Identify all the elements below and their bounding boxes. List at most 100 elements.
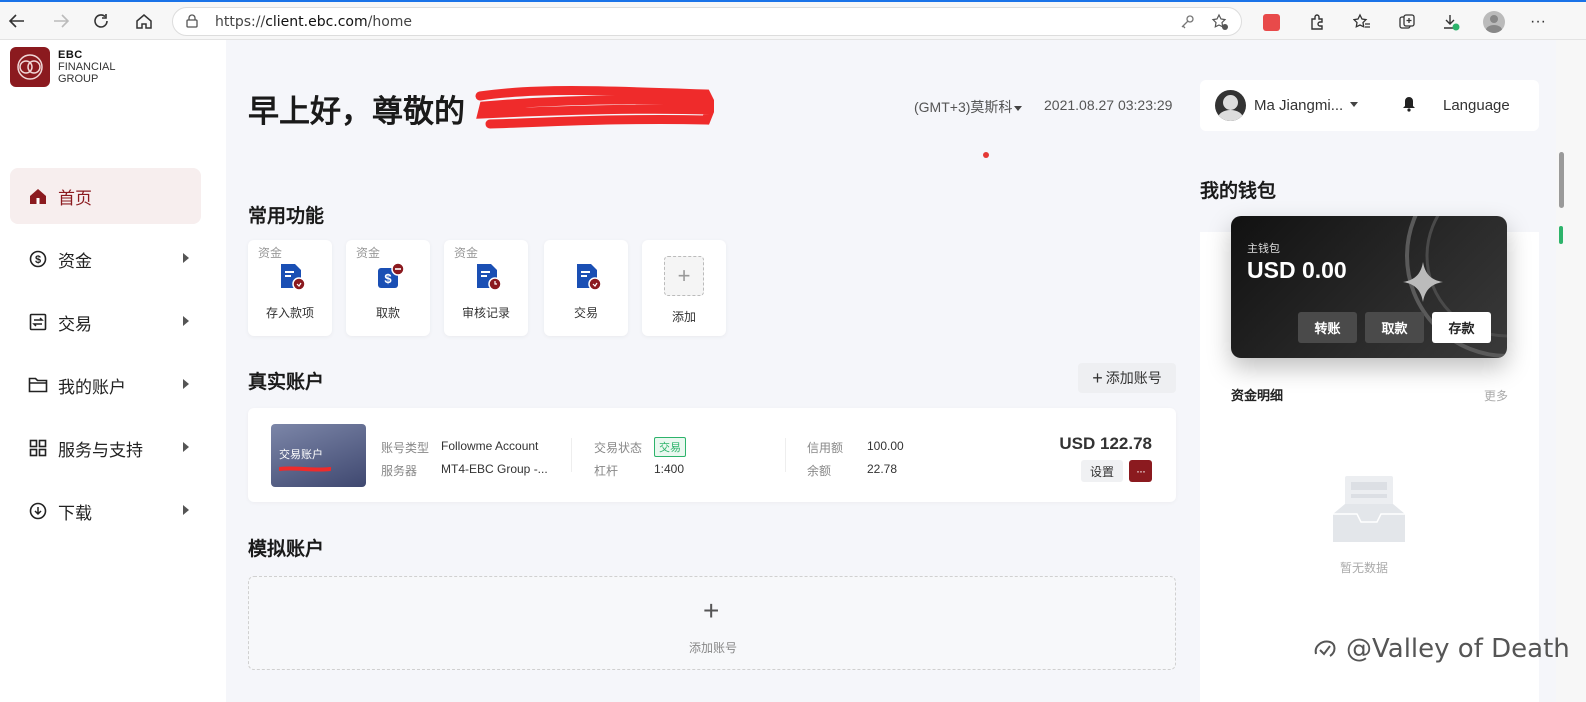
transfer-button[interactable]: 转账 [1298,312,1357,343]
sidebar-item-label: 交易 [58,314,92,334]
scroll-marker [1559,226,1563,244]
divider [785,438,786,472]
collections-icon[interactable] [1395,10,1419,34]
grid-icon [28,438,48,458]
main-wallet-label: 主钱包 [1247,243,1280,255]
forward-icon[interactable] [48,8,74,34]
back-icon[interactable] [4,8,30,34]
address-bar[interactable]: https://client.ebc.com/home [172,7,1242,36]
greeting-title: 早上好，尊敬的 [248,94,465,129]
user-name[interactable]: Ma Jiangmi... [1254,97,1343,114]
trade-status-label: 交易状态 [594,441,643,455]
refresh-icon[interactable] [88,8,114,34]
caret-down-icon[interactable] [1350,102,1358,107]
extensions-puzzle-icon[interactable] [1305,10,1329,34]
deposit-icon [281,264,306,291]
trade-icon [28,312,48,332]
home-browser-icon[interactable] [131,8,157,34]
add-real-account-button[interactable]: + 添加账号 [1078,363,1176,393]
demo-accounts-title: 模拟账户 [248,539,325,560]
sidebar-item-label: 我的账户 [58,377,126,397]
profile-avatar-icon[interactable] [1482,10,1506,34]
sidebar-item-home[interactable]: 首页 [10,168,201,224]
bell-icon[interactable] [1402,96,1416,112]
account-thumb-label: 交易账户 [279,449,323,461]
account-thumbnail[interactable]: 交易账户 [271,424,366,487]
empty-state-text: 暂无数据 [1340,561,1389,575]
quick-card-category: 资金 [454,246,479,260]
add-demo-account-button[interactable]: + 添加账号 [248,576,1176,670]
sidebar-item-label: 下载 [58,503,92,523]
redacted-name-scribble [475,86,714,129]
user-avatar[interactable] [1215,90,1246,121]
quick-deposit-card[interactable]: 资金 存入款项 [248,240,332,336]
quick-card-category: 资金 [356,246,381,260]
page-scrollbar[interactable] [1556,40,1586,702]
credit-label: 信用额 [807,441,844,455]
brand-text: EBC FINANCIAL GROUP [58,49,116,85]
sidebar-item-label: 服务与支持 [58,440,143,460]
leverage-value: 1:400 [654,462,685,476]
fund-detail-title: 资金明细 [1231,388,1284,403]
quick-review-record-card[interactable]: 资金 审核记录 [444,240,528,336]
quick-card-label: 取款 [375,306,400,320]
zhihu-logo-icon [1314,640,1336,657]
more-menu-icon[interactable]: ··· [1526,10,1550,34]
language-selector[interactable]: Language [1443,97,1510,114]
timezone-selector[interactable]: (GMT+3)莫斯科 [914,97,1023,117]
account-type-value: Followme Account [441,439,539,453]
browser-toolbar: https://client.ebc.com/home ··· [0,0,1586,40]
current-datetime: 2021.08.27 03:23:29 [1044,97,1173,113]
favorites-icon[interactable] [1350,10,1374,34]
key-icon[interactable] [1179,14,1195,30]
trade-doc-icon [577,264,602,291]
caret-down-icon [1014,105,1023,111]
quick-card-label: 添加 [671,310,696,324]
sidebar-item-trade[interactable]: 交易 [10,294,201,350]
leverage-label: 杠杆 [594,464,619,478]
fund-detail-more-link[interactable]: 更多 [1484,387,1508,404]
quick-trade-card[interactable]: 交易 [544,240,628,336]
sidebar-item-download[interactable]: 下载 [10,483,201,539]
empty-inbox-icon [1333,476,1405,542]
url-text: https://client.ebc.com/home [215,14,413,30]
quick-withdraw-card[interactable]: 资金 $ 取款 [346,240,430,336]
withdraw-button[interactable]: 取款 [1365,312,1424,343]
withdraw-icon: $ [378,262,405,288]
quick-card-category: 资金 [258,246,283,260]
chevron-right-icon [183,316,189,326]
plus-icon: + [1092,367,1103,388]
add-demo-account-label: 添加账号 [688,641,737,655]
add-icon: + [664,256,704,296]
redacted-account-number [279,466,331,472]
sidebar-item-funds[interactable]: $ 资金 [10,231,201,287]
sidebar-item-my-account[interactable]: 我的账户 [10,357,201,413]
review-record-icon [477,264,502,291]
svg-text:$: $ [384,271,392,286]
real-account-card: 交易账户 账号类型 Followme Account 服务器 MT4-EBC G… [248,408,1176,502]
favorite-add-icon[interactable] [1211,13,1229,31]
brand-logo[interactable]: EBC FINANCIAL GROUP [10,47,115,87]
lock-icon [186,14,198,28]
ebc-logo-icon [10,47,50,87]
scrollbar-thumb[interactable] [1559,152,1564,208]
deposit-button[interactable]: 存款 [1432,312,1491,343]
dollar-circle-icon: $ [28,249,48,269]
main-wallet-card: 主钱包 USD 0.00 转账 取款 存款 [1231,216,1507,358]
chevron-right-icon [183,505,189,515]
chevron-right-icon [183,253,189,263]
sidebar-item-service-support[interactable]: 服务与支持 [10,420,201,476]
quick-add-card[interactable]: + 添加 [642,240,726,336]
balance-label: 余额 [807,464,832,478]
account-equity: USD 122.78 [1059,434,1152,453]
account-more-button[interactable]: ··· [1129,460,1152,482]
extension-red-icon[interactable] [1259,10,1283,34]
chevron-right-icon [183,442,189,452]
account-settings-button[interactable]: 设置 [1081,460,1123,482]
sidebar-item-label: 首页 [58,188,92,208]
plus-icon: + [703,595,720,626]
downloads-icon[interactable] [1439,10,1463,34]
folder-icon [28,375,48,395]
account-server-value: MT4-EBC Group -... [441,462,548,476]
sidebar-item-label: 资金 [58,251,92,271]
